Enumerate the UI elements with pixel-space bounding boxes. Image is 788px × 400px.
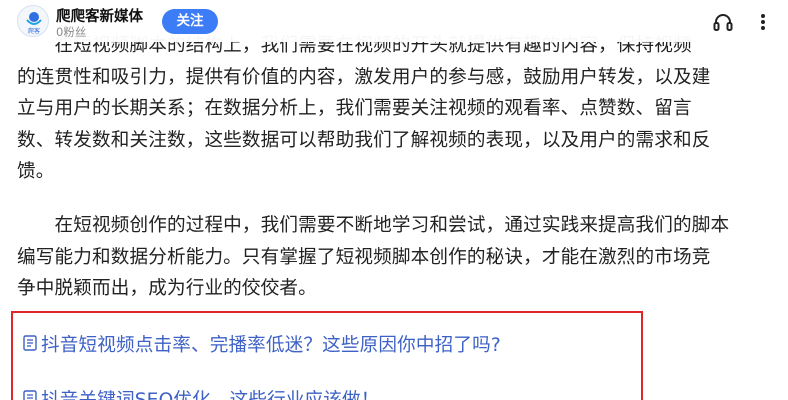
author-header: 爬客 爬爬客新媒体 0粉丝 关注 — [0, 0, 788, 42]
fans-count: 0粉丝 — [56, 25, 87, 39]
more-options-icon[interactable] — [752, 11, 774, 33]
article-body: 在短视频脚本的结构上，我们需要在视频的开头就提供有趣的内容，保持视频 的连贯性和… — [0, 0, 788, 400]
article-paragraph: 在短视频脚本的结构上，我们需要在视频的开头就提供有趣的内容，保持视频 的连贯性和… — [17, 30, 777, 188]
related-articles-box: 抖音短视频点击率、完播率低迷？这些原因你中招了吗? 抖音关键词SEO优化，这些行… — [11, 311, 643, 400]
headphones-icon[interactable] — [712, 11, 734, 33]
article-paragraph: 在短视频创作的过程中，我们需要不断地学习和尝试，通过实践来提高我们的脚本 编写能… — [17, 210, 777, 305]
avatar-logo-icon: 爬客 — [26, 12, 42, 35]
paragraph-line: 数、转发数和关注数，这些数据可以帮助我们了解视频的表现，以及用户的需求和反 — [17, 129, 711, 151]
document-icon — [23, 335, 37, 351]
paragraph-line: 立与用户的长期关系；在数据分析上，我们需要关注视频的观看率、点赞数、留言 — [17, 98, 692, 119]
author-name[interactable]: 爬爬客新媒体 — [56, 5, 143, 26]
avatar-text: 爬客 — [28, 27, 40, 35]
document-icon — [23, 390, 37, 400]
paragraph-line: 在短视频创作的过程中，我们需要不断地学习和尝试，通过实践来提高我们的脚本 — [17, 215, 730, 236]
paragraph-line: 编写能力和数据分析能力。只有掌握了短视频脚本创作的秘诀，才能在激烈的市场竞 — [17, 246, 711, 268]
related-article-link[interactable]: 抖音短视频点击率、完播率低迷？这些原因你中招了吗? — [23, 328, 501, 358]
paragraph-line: 争中脱颖而出，成为行业的佼佼者。 — [17, 278, 317, 299]
related-article-link[interactable]: 抖音关键词SEO优化，这些行业应该做！ — [23, 383, 380, 400]
related-article-title[interactable]: 抖音关键词SEO优化，这些行业应该做！ — [41, 385, 380, 400]
follow-button[interactable]: 关注 — [162, 9, 218, 34]
paragraph-line: 馈。 — [17, 161, 55, 182]
related-article-title[interactable]: 抖音短视频点击率、完播率低迷？这些原因你中招了吗? — [41, 330, 501, 357]
paragraph-line: 的连贯性和吸引力，提供有价值的内容，激发用户的参与感，鼓励用户转发，以及建 — [17, 66, 711, 88]
avatar[interactable]: 爬客 — [17, 5, 49, 37]
